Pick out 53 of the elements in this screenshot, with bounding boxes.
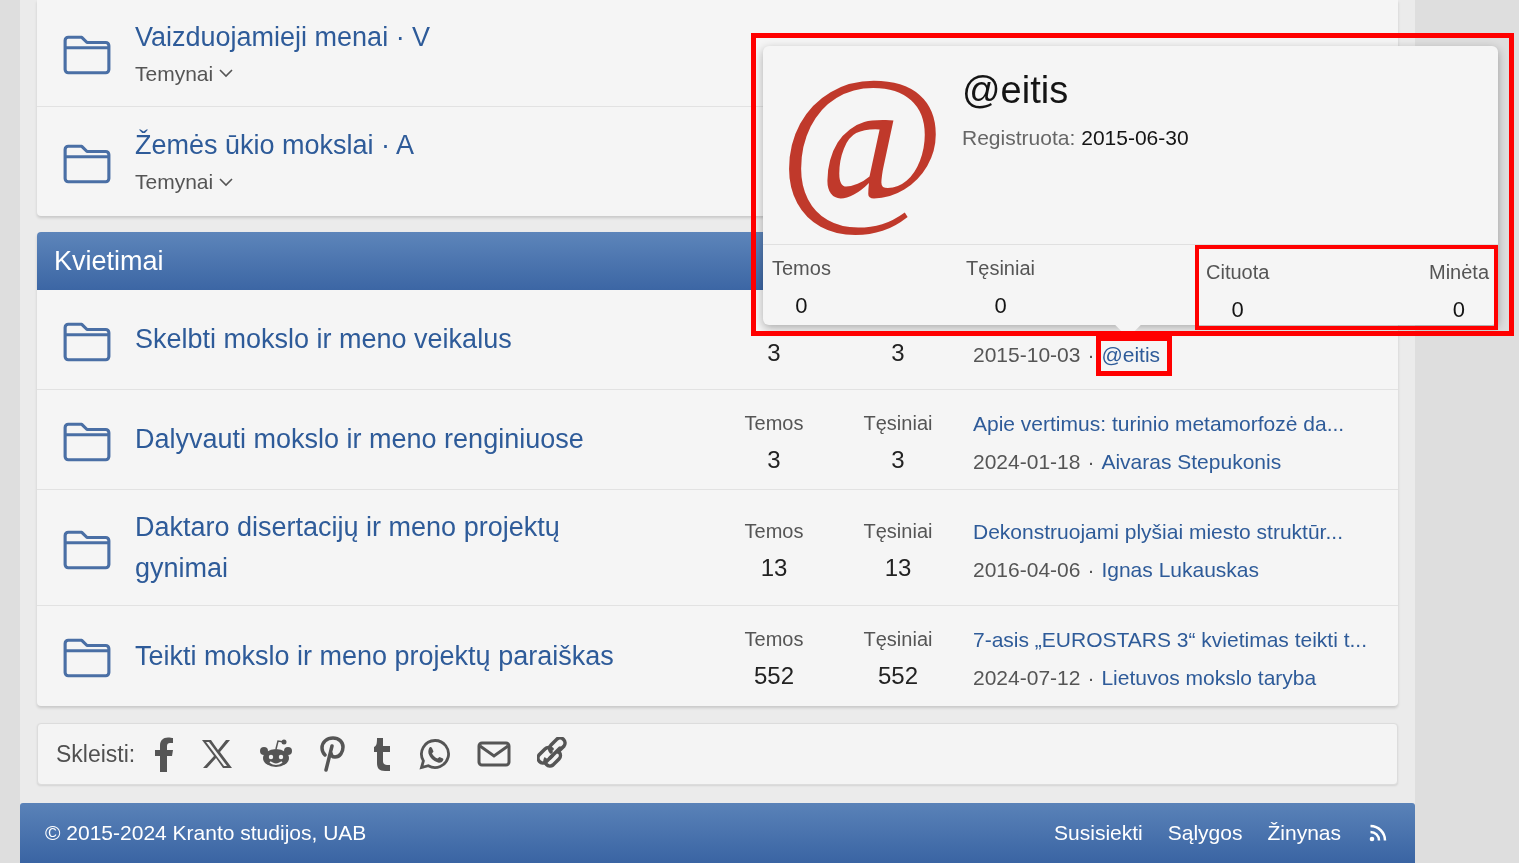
stat-value: 0	[994, 292, 1007, 320]
stat-label: Temos	[772, 256, 831, 281]
stat-label: Minėta	[1428, 260, 1489, 285]
stat-label: Temos	[744, 627, 804, 652]
stat-label: Cituota	[1206, 260, 1270, 285]
username-link[interactable]: @eitis	[962, 66, 1189, 114]
stat-value: 0	[1231, 296, 1244, 324]
separator-dot: ·	[1087, 448, 1095, 475]
stat-value: 0	[795, 292, 808, 320]
separator-dot: ·	[1087, 556, 1095, 583]
share-label: Skleisti:	[56, 739, 136, 769]
stat-label: Temos	[744, 519, 804, 544]
stat-label: Tęsiniai	[863, 627, 933, 652]
post-date: 2024-07-12	[973, 664, 1081, 691]
subforums-dropdown[interactable]: Temynai	[135, 166, 635, 198]
stat-value: 0	[1452, 296, 1466, 324]
stat-value: 3	[767, 338, 781, 368]
forum-title-link[interactable]: Žemės ūkio mokslai · A	[135, 125, 635, 167]
author-link[interactable]: Lietuvos mokslo taryba	[1101, 661, 1317, 693]
stat-label: Tęsiniai	[863, 519, 933, 544]
last-post-link[interactable]: Apie vertimus: turinio metamorfozė da...	[973, 408, 1383, 440]
post-date: 2015-10-03	[973, 342, 1081, 368]
author-link[interactable]: Ignas Lukauskas	[1101, 553, 1260, 585]
registered-date: 2015-06-30	[1081, 125, 1189, 151]
post-date: 2024-01-18	[973, 448, 1081, 475]
stat-value: 3	[891, 338, 905, 368]
separator-dot: ·	[1087, 342, 1095, 368]
author-link[interactable]: @eitis	[1101, 339, 1161, 371]
stat-label: Temos	[744, 411, 804, 436]
stat-value: 3	[891, 445, 905, 475]
forum-title-link[interactable]: Vaizduojamieji menai · V	[135, 16, 635, 58]
footer-link[interactable]: Sąlygos	[1167, 817, 1243, 849]
registered-label: Registruota:	[962, 125, 1076, 151]
footer-link[interactable]: Susisiekti	[1054, 817, 1143, 849]
separator-dot: ·	[1087, 664, 1095, 691]
stat-label: Tęsiniai	[966, 256, 1035, 281]
stat-value: 3	[767, 445, 781, 475]
author-link[interactable]: Aivaras Stepukonis	[1101, 445, 1282, 477]
forum-title-link[interactable]: Skelbti mokslo ir meno veikalus	[135, 319, 635, 360]
forum-title-link[interactable]: Teikti mokslo ir meno projektų paraiškas	[135, 635, 635, 677]
last-post-link[interactable]: Dekonstruojami plyšiai miesto struktūr...	[973, 516, 1383, 548]
stat-value: 552	[877, 661, 918, 691]
forum-title-link[interactable]: Dalyvauti mokslo ir meno renginiuose	[135, 419, 635, 460]
last-post-link[interactable]: 7-asis „EUROSTARS 3“ kvietimas teikti t...	[973, 624, 1383, 656]
subforums-dropdown[interactable]: Temynai	[135, 57, 635, 90]
stat-value: 13	[884, 553, 912, 583]
stat-value: 552	[753, 661, 794, 691]
stat-label: Tęsiniai	[863, 411, 933, 436]
post-date: 2016-04-06	[973, 556, 1081, 583]
footer-link[interactable]: Žinynas	[1267, 817, 1341, 849]
stat-value: 13	[760, 553, 788, 583]
forum-title-link[interactable]: Daktaro disertacijų ir meno projektų gynimai	[135, 506, 635, 589]
copyright-text: © 2015-2024 Kranto studijos, UAB	[45, 820, 367, 847]
